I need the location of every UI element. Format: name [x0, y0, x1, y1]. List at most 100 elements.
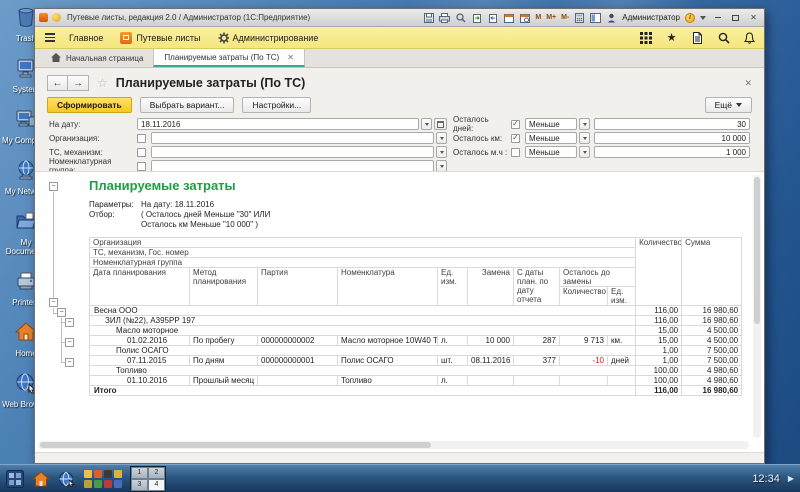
applications-menu-icon[interactable] — [6, 470, 24, 488]
hours-left-condition[interactable]: Меньше — [525, 146, 577, 158]
app-shortcut-icon[interactable] — [114, 470, 122, 478]
taskbar-home-icon[interactable] — [32, 471, 50, 487]
app-shortcut-icon[interactable] — [104, 480, 112, 488]
km-left-condition-dropdown[interactable] — [579, 132, 590, 144]
workspace-2[interactable]: 2 — [148, 467, 165, 479]
close-button[interactable]: ✕ — [747, 12, 760, 23]
column-header-nomgroup[interactable]: Номенклатурная группа — [90, 258, 636, 268]
quick-launch-cluster[interactable] — [84, 470, 122, 488]
column-header-nomenclature[interactable]: Номенклатура — [338, 268, 438, 306]
vehicle-dropdown-button[interactable] — [436, 146, 447, 158]
table-row-detail[interactable]: 01.02.2016 По пробегу 000000000002 Масло… — [90, 336, 742, 346]
app-shortcut-icon[interactable] — [94, 470, 102, 478]
group-expander[interactable]: − — [65, 338, 74, 347]
group-expander[interactable]: − — [49, 182, 58, 191]
tab-close-icon[interactable]: ✕ — [287, 53, 294, 62]
table-row-group-nomgroup[interactable]: Топливо 100,00 4 980,60 — [90, 366, 742, 376]
column-header-remaining-unit[interactable]: Ед. изм. — [608, 287, 636, 306]
favorite-star-icon[interactable]: ☆ — [97, 76, 108, 90]
menu-item-administration[interactable]: Администрирование — [213, 30, 324, 45]
km-left-condition[interactable]: Меньше — [525, 132, 577, 144]
column-header-days[interactable]: С даты план. по дату отчета — [514, 268, 560, 306]
calculator-icon[interactable] — [574, 12, 585, 23]
table-row-detail[interactable]: 01.10.2016 Прошлый месяц Топливо л. 100,… — [90, 376, 742, 386]
search-icon[interactable] — [717, 31, 730, 44]
back-button[interactable]: ← — [47, 75, 68, 91]
window-titlebar[interactable]: Путевые листы, редакция 2.0 / Администра… — [35, 9, 764, 27]
workspace-1[interactable]: 1 — [131, 467, 148, 479]
vertical-scrollbar[interactable] — [753, 175, 761, 438]
days-left-condition-dropdown[interactable] — [579, 118, 590, 130]
column-header-quantity[interactable]: Количество — [636, 238, 682, 306]
column-header-batch[interactable]: Партия — [258, 268, 338, 306]
date-dropdown-button[interactable] — [421, 118, 432, 130]
column-header-vehicle[interactable]: ТС, механизм, Гос. номер — [90, 248, 636, 258]
table-row-group-vehicle[interactable]: ЗИЛ (№22), А395РР 197 116,00 16 980,60 — [90, 316, 742, 326]
days-left-value[interactable]: 30 — [594, 118, 750, 130]
table-row-total[interactable]: Итого 116,00 16 980,60 — [90, 386, 742, 396]
forward-button[interactable]: → — [68, 75, 89, 91]
organization-input[interactable] — [151, 132, 434, 144]
calc-m-button[interactable]: M — [535, 14, 541, 21]
tab-planned-costs[interactable]: Планируемые затраты (По ТС) ✕ — [153, 49, 304, 67]
app-shortcut-icon[interactable] — [84, 480, 92, 488]
all-functions-grid-icon[interactable] — [639, 31, 652, 44]
more-button[interactable]: Ещё — [705, 97, 752, 113]
app-shortcut-icon[interactable] — [84, 470, 92, 478]
column-header-method[interactable]: Метод планирования — [190, 268, 258, 306]
taskbar-clock[interactable]: 12:34 — [752, 473, 780, 485]
calendar-clock-icon[interactable] — [519, 12, 530, 23]
calendar-icon[interactable] — [503, 12, 514, 23]
choose-variant-button[interactable]: Выбрать вариант... — [140, 97, 235, 113]
generate-button[interactable]: Сформировать — [47, 97, 132, 113]
app-shortcut-icon[interactable] — [104, 470, 112, 478]
history-icon[interactable] — [691, 31, 704, 44]
current-user[interactable]: Администратор — [622, 13, 680, 22]
hours-left-value[interactable]: 1 000 — [594, 146, 750, 158]
print-icon[interactable] — [439, 12, 450, 23]
days-left-checkbox[interactable]: ✓ — [511, 120, 520, 129]
date-calendar-button[interactable] — [434, 118, 447, 130]
save-file-icon[interactable] — [487, 12, 498, 23]
table-row-group-organization[interactable]: Весна ООО 116,00 16 980,60 — [90, 306, 742, 316]
taskbar-browser-icon[interactable] — [58, 471, 76, 487]
calc-m-minus-button[interactable]: M- — [561, 14, 569, 21]
organization-checkbox[interactable] — [137, 134, 146, 143]
km-left-checkbox[interactable]: ✓ — [511, 134, 520, 143]
column-header-organization[interactable]: Организация — [90, 238, 636, 248]
km-left-value[interactable]: 10 000 — [594, 132, 750, 144]
favorites-star-icon[interactable]: ★ — [665, 31, 678, 44]
app-shortcut-icon[interactable] — [94, 480, 102, 488]
calc-m-plus-button[interactable]: M+ — [546, 14, 556, 21]
hamburger-menu-icon[interactable] — [43, 31, 57, 44]
hours-left-condition-dropdown[interactable] — [579, 146, 590, 158]
save-icon[interactable] — [423, 12, 434, 23]
date-input[interactable]: 18.11.2016 — [137, 118, 419, 130]
table-row-group-nomgroup[interactable]: Полис ОСАГО 1,00 7 500,00 — [90, 346, 742, 356]
group-expander[interactable]: − — [49, 298, 58, 307]
group-expander[interactable]: − — [65, 318, 74, 327]
days-left-condition[interactable]: Меньше — [525, 118, 577, 130]
notifications-bell-icon[interactable] — [743, 31, 756, 44]
vertical-scrollbar-thumb[interactable] — [754, 177, 760, 324]
settings-button[interactable]: Настройки... — [242, 97, 311, 113]
app-shortcut-icon[interactable] — [114, 480, 122, 488]
workspace-3[interactable]: 3 — [131, 479, 148, 491]
taskbar-expand-arrow-icon[interactable]: ▶ — [788, 474, 794, 483]
form-close-icon[interactable]: ✕ — [744, 78, 752, 89]
chevron-down-icon[interactable] — [700, 16, 706, 20]
maximize-button[interactable] — [729, 12, 742, 23]
horizontal-scrollbar-thumb[interactable] — [40, 442, 431, 448]
column-header-remaining[interactable]: Осталось до замены — [560, 268, 636, 287]
load-file-icon[interactable] — [471, 12, 482, 23]
column-header-remaining-qty[interactable]: Количество — [560, 287, 608, 306]
workspace-4[interactable]: 4 — [148, 479, 165, 491]
menu-item-waybills[interactable]: Путевые листы — [115, 30, 205, 46]
menu-item-main[interactable]: Главное — [64, 31, 108, 45]
tab-home[interactable]: Начальная страница — [41, 49, 153, 67]
preview-icon[interactable] — [455, 12, 466, 23]
info-icon[interactable]: i — [685, 13, 695, 23]
show-panel-icon[interactable] — [590, 12, 601, 23]
group-expander[interactable]: − — [57, 308, 66, 317]
group-expander[interactable]: − — [65, 358, 74, 367]
